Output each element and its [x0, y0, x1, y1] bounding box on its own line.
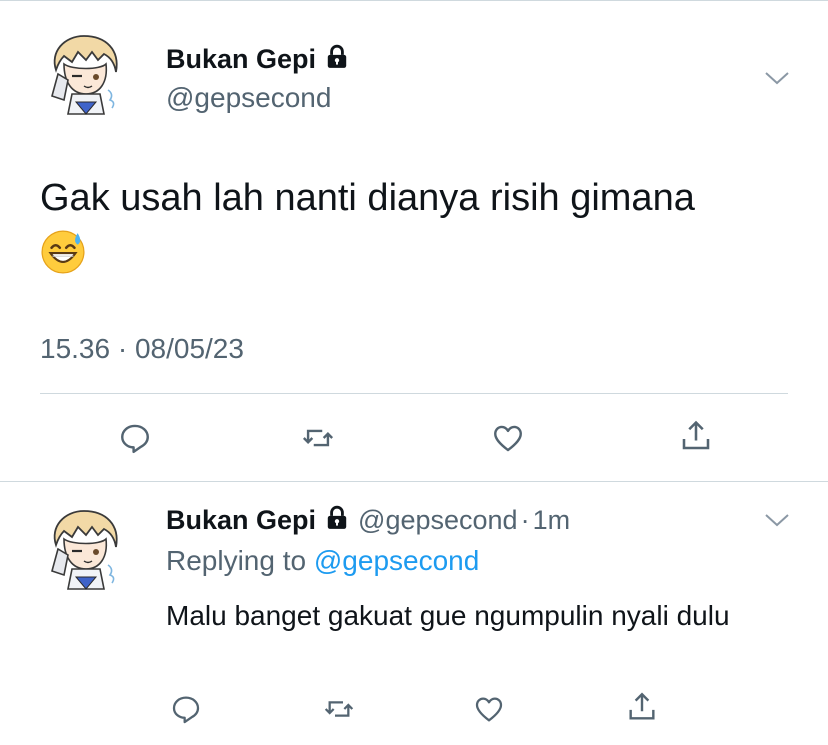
reply-separator: · — [520, 505, 530, 535]
lock-icon — [327, 505, 347, 529]
reply-icon[interactable] — [170, 693, 202, 725]
retweet-icon[interactable] — [322, 693, 356, 725]
reply-header: Bukan Gepi @gepsecond · 1m — [166, 505, 570, 536]
reply-author-name[interactable]: Bukan Gepi — [166, 505, 316, 535]
tweet-timestamp[interactable]: 15.36 · 08/05/23 — [40, 333, 244, 365]
reply-author-handle[interactable]: @gepsecond — [358, 505, 518, 535]
top-border — [0, 0, 828, 1]
reply-text: Malu banget gakuat gue ngumpulin nyali d… — [166, 600, 730, 631]
author-name-text: Bukan Gepi — [166, 44, 317, 74]
replying-to-label: Replying to — [166, 545, 307, 576]
replying-to-mention[interactable]: @gepsecond — [314, 545, 479, 576]
reply-avatar[interactable] — [42, 505, 128, 591]
like-icon[interactable] — [473, 693, 505, 725]
reply-icon[interactable] — [118, 421, 152, 455]
lock-icon — [327, 44, 347, 68]
tweet-text: Gak usah lah nanti dianya risih gimana — [40, 172, 800, 276]
avatar[interactable] — [42, 30, 128, 116]
chevron-down-icon[interactable] — [764, 70, 790, 86]
author-name[interactable]: Bukan Gepi — [166, 44, 350, 75]
divider — [40, 393, 788, 394]
tweet-text-content: Gak usah lah nanti dianya risih gimana — [40, 177, 695, 219]
retweet-icon[interactable] — [300, 421, 336, 455]
author-handle[interactable]: @gepsecond — [166, 82, 331, 114]
section-divider — [0, 481, 828, 482]
share-icon[interactable] — [678, 418, 714, 454]
like-icon[interactable] — [491, 421, 525, 455]
reply-time[interactable]: 1m — [533, 505, 571, 535]
chevron-down-icon[interactable] — [764, 512, 790, 528]
grinning-face-with-sweat-icon — [41, 230, 85, 274]
share-icon[interactable] — [625, 690, 659, 724]
replying-to: Replying to @gepsecond — [166, 545, 479, 577]
